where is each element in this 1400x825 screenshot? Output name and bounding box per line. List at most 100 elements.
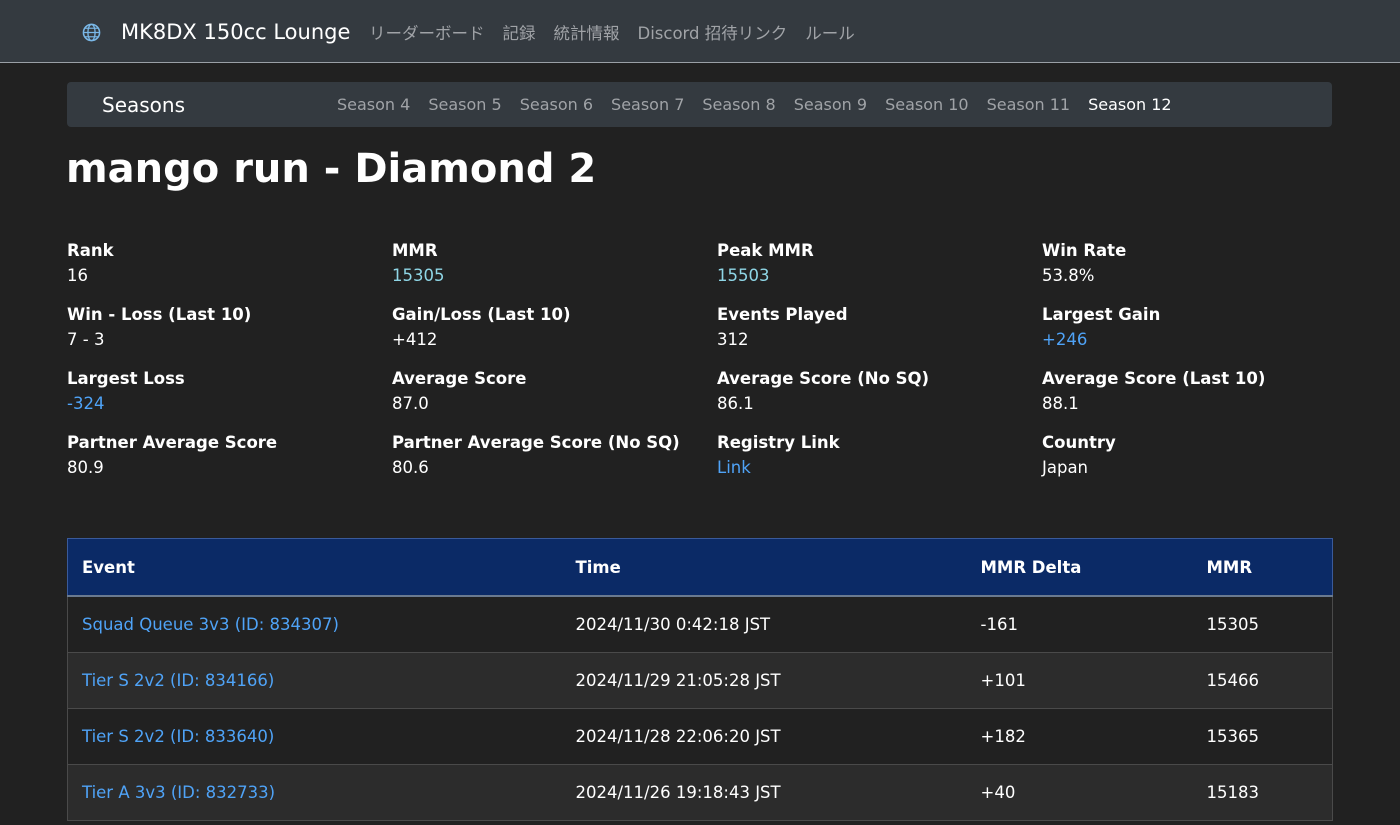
event-link[interactable]: Tier S 2v2 (ID: 834166) bbox=[82, 671, 274, 690]
stat-largest-loss: Largest Loss -324 bbox=[67, 368, 387, 416]
stat-partner-average-score-no-sq: Partner Average Score (No SQ) 80.6 bbox=[392, 432, 712, 480]
top-navbar: MK8DX 150cc Lounge リーダーボード 記録 統計情報 Disco… bbox=[0, 0, 1400, 63]
season-link-12[interactable]: Season 12 bbox=[1088, 95, 1172, 114]
stat-country: Country Japan bbox=[1042, 432, 1362, 480]
stat-value: 7 - 3 bbox=[67, 330, 105, 349]
stat-value: 312 bbox=[717, 330, 749, 349]
stat-value: 86.1 bbox=[717, 394, 754, 413]
stat-registry-link: Registry Link Link bbox=[717, 432, 1037, 480]
stat-value: 80.6 bbox=[392, 458, 429, 477]
season-links: Season 4 Season 5 Season 6 Season 7 Seas… bbox=[337, 95, 1190, 114]
mmr-cell: 15183 bbox=[1192, 764, 1333, 821]
stat-label: Registry Link bbox=[717, 433, 840, 452]
stat-partner-average-score: Partner Average Score 80.9 bbox=[67, 432, 387, 480]
stat-label: Partner Average Score bbox=[67, 433, 278, 452]
stat-win-loss: Win - Loss (Last 10) 7 - 3 bbox=[67, 304, 387, 352]
stat-largest-gain: Largest Gain +246 bbox=[1042, 304, 1362, 352]
stat-label: Largest Gain bbox=[1042, 305, 1161, 324]
events-table: Event Time MMR Delta MMR Squad Queue 3v3… bbox=[67, 538, 1333, 821]
nav-link-stats[interactable]: 統計情報 bbox=[554, 20, 620, 44]
nav-link-leaderboard[interactable]: リーダーボード bbox=[369, 20, 485, 44]
stat-label: Country bbox=[1042, 433, 1116, 452]
table-row: Tier A 3v3 (ID: 832733) 2024/11/26 19:18… bbox=[67, 764, 1333, 821]
season-link-10[interactable]: Season 10 bbox=[885, 95, 969, 114]
delta-cell: +40 bbox=[966, 764, 1193, 821]
largest-gain-link[interactable]: +246 bbox=[1042, 328, 1362, 352]
brand-title: MK8DX 150cc Lounge bbox=[121, 20, 351, 44]
stat-average-score: Average Score 87.0 bbox=[392, 368, 712, 416]
seasons-title: Seasons bbox=[102, 93, 186, 117]
season-link-6[interactable]: Season 6 bbox=[520, 95, 593, 114]
season-link-4[interactable]: Season 4 bbox=[337, 95, 410, 114]
season-link-7[interactable]: Season 7 bbox=[611, 95, 684, 114]
stat-label: Gain/Loss (Last 10) bbox=[392, 305, 571, 324]
column-header-mmr: MMR bbox=[1192, 538, 1333, 597]
stat-value: 87.0 bbox=[392, 394, 429, 413]
column-header-time: Time bbox=[561, 538, 967, 597]
stat-value: 16 bbox=[67, 266, 88, 285]
stat-value: 15503 bbox=[717, 266, 770, 285]
stat-label: Rank bbox=[67, 241, 114, 260]
stat-value: +412 bbox=[392, 330, 438, 349]
nav-link-rules[interactable]: ルール bbox=[805, 20, 855, 44]
stat-label: Average Score bbox=[392, 369, 527, 388]
stat-win-rate: Win Rate 53.8% bbox=[1042, 240, 1362, 288]
stat-label: Peak MMR bbox=[717, 241, 814, 260]
stat-peak-mmr: Peak MMR 15503 bbox=[717, 240, 1037, 288]
stat-label: Largest Loss bbox=[67, 369, 185, 388]
stat-value: 53.8% bbox=[1042, 266, 1095, 285]
nav-links: リーダーボード 記録 統計情報 Discord 招待リンク ルール bbox=[369, 20, 873, 44]
table-row: Squad Queue 3v3 (ID: 834307) 2024/11/30 … bbox=[67, 596, 1333, 653]
event-cell: Squad Queue 3v3 (ID: 834307) bbox=[67, 596, 562, 653]
nav-link-discord[interactable]: Discord 招待リンク bbox=[638, 20, 788, 44]
season-link-8[interactable]: Season 8 bbox=[702, 95, 775, 114]
stat-gain-loss: Gain/Loss (Last 10) +412 bbox=[392, 304, 712, 352]
seasons-bar: Seasons Season 4 Season 5 Season 6 Seaso… bbox=[67, 82, 1332, 127]
page-title: mango run - Diamond 2 bbox=[66, 146, 597, 192]
event-link[interactable]: Tier S 2v2 (ID: 833640) bbox=[82, 727, 274, 746]
stat-value: Japan bbox=[1042, 458, 1089, 477]
season-link-9[interactable]: Season 9 bbox=[794, 95, 867, 114]
time-cell: 2024/11/26 19:18:43 JST bbox=[561, 764, 967, 821]
largest-loss-link[interactable]: -324 bbox=[67, 392, 387, 416]
season-link-5[interactable]: Season 5 bbox=[428, 95, 501, 114]
time-cell: 2024/11/28 22:06:20 JST bbox=[561, 708, 967, 765]
globe-icon bbox=[82, 23, 101, 41]
delta-cell: +182 bbox=[966, 708, 1193, 765]
stat-events-played: Events Played 312 bbox=[717, 304, 1037, 352]
delta-cell: +101 bbox=[966, 652, 1193, 709]
stat-label: Average Score (Last 10) bbox=[1042, 369, 1266, 388]
mmr-cell: 15305 bbox=[1192, 596, 1333, 653]
stat-value: 80.9 bbox=[67, 458, 104, 477]
event-cell: Tier A 3v3 (ID: 832733) bbox=[67, 764, 562, 821]
event-cell: Tier S 2v2 (ID: 834166) bbox=[67, 652, 562, 709]
mmr-cell: 15466 bbox=[1192, 652, 1333, 709]
event-link[interactable]: Squad Queue 3v3 (ID: 834307) bbox=[82, 615, 339, 634]
time-cell: 2024/11/29 21:05:28 JST bbox=[561, 652, 967, 709]
stat-label: Partner Average Score (No SQ) bbox=[392, 433, 680, 452]
event-link[interactable]: Tier A 3v3 (ID: 832733) bbox=[82, 783, 275, 802]
stat-average-score-last-10: Average Score (Last 10) 88.1 bbox=[1042, 368, 1362, 416]
registry-link[interactable]: Link bbox=[717, 456, 1037, 480]
nav-link-records[interactable]: 記録 bbox=[503, 20, 536, 44]
season-link-11[interactable]: Season 11 bbox=[987, 95, 1071, 114]
table-header-row: Event Time MMR Delta MMR bbox=[67, 538, 1333, 597]
stat-label: Win - Loss (Last 10) bbox=[67, 305, 252, 324]
table-row: Tier S 2v2 (ID: 833640) 2024/11/28 22:06… bbox=[67, 708, 1333, 765]
stat-mmr: MMR 15305 bbox=[392, 240, 712, 288]
column-header-event: Event bbox=[67, 538, 562, 597]
event-cell: Tier S 2v2 (ID: 833640) bbox=[67, 708, 562, 765]
stat-value: 88.1 bbox=[1042, 394, 1079, 413]
stat-label: Win Rate bbox=[1042, 241, 1127, 260]
stat-label: Average Score (No SQ) bbox=[717, 369, 930, 388]
mmr-cell: 15365 bbox=[1192, 708, 1333, 765]
stat-rank: Rank 16 bbox=[67, 240, 387, 288]
stat-label: MMR bbox=[392, 241, 438, 260]
table-row: Tier S 2v2 (ID: 834166) 2024/11/29 21:05… bbox=[67, 652, 1333, 709]
time-cell: 2024/11/30 0:42:18 JST bbox=[561, 596, 967, 653]
stat-average-score-no-sq: Average Score (No SQ) 86.1 bbox=[717, 368, 1037, 416]
brand[interactable]: MK8DX 150cc Lounge bbox=[82, 18, 350, 46]
column-header-mmr-delta: MMR Delta bbox=[966, 538, 1193, 597]
stat-value: 15305 bbox=[392, 266, 445, 285]
delta-cell: -161 bbox=[966, 596, 1193, 653]
